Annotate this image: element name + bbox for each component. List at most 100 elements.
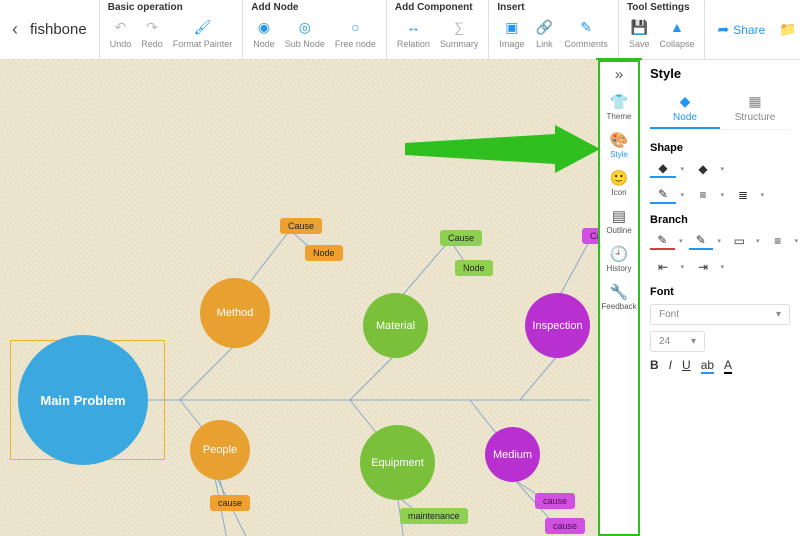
strip-outline[interactable]: ▤Outline — [606, 207, 631, 235]
strip-theme[interactable]: 👕Theme — [607, 93, 632, 121]
node-main[interactable]: Main Problem — [18, 335, 148, 465]
node-material[interactable]: Material — [363, 293, 428, 358]
tool-undo[interactable]: ↶Undo — [108, 15, 134, 51]
strip-icon: 👕 — [610, 93, 629, 111]
tool-label: Relation — [397, 39, 430, 49]
tag[interactable]: Node — [305, 245, 343, 261]
style-panel: Style ◆Node ▦Structure Shape ◆ ◆ ✎ ≡ ≣ B… — [640, 60, 800, 536]
group-basic: Basic operation ↶Undo↷Redo🖌Format Painte… — [100, 0, 244, 59]
strip-label: Feedback — [601, 302, 636, 311]
tool-link[interactable]: 🔗Link — [532, 15, 556, 51]
tool-format-painter[interactable]: 🖌Format Painter — [171, 15, 235, 51]
strip-label: Icon — [611, 188, 626, 197]
tag[interactable]: maintenance — [400, 508, 468, 524]
shape-button[interactable]: ◆ — [690, 160, 716, 178]
tool-node[interactable]: ◉Node — [251, 15, 277, 51]
tool-save[interactable]: 💾 Save — [627, 15, 652, 51]
strip-label: Theme — [607, 112, 632, 121]
tool-label: Comments — [564, 39, 608, 49]
group-label: Basic operation — [108, 2, 235, 13]
border-width-button[interactable]: ≣ — [730, 186, 756, 204]
tool-free-node[interactable]: ○ Free node — [333, 15, 378, 51]
tag[interactable]: Cause — [280, 218, 322, 234]
branch-style-button[interactable]: ▭ — [727, 232, 752, 250]
strip-icon: 🔧 — [610, 283, 629, 301]
border-color-button[interactable]: ✎ — [650, 186, 676, 204]
back-icon[interactable]: ‹ — [12, 19, 18, 40]
indent-left-button[interactable]: ⇤ — [650, 258, 676, 276]
tool-image[interactable]: ▣Image — [497, 15, 526, 51]
tool-summary[interactable]: ∑Summary — [438, 15, 481, 51]
tool-label: Summary — [440, 39, 479, 49]
share-icon: ➦ — [717, 21, 729, 38]
italic-button[interactable]: I — [669, 358, 672, 374]
node-medium[interactable]: Medium — [485, 427, 540, 482]
tool-collapse[interactable]: ▲Collapse — [657, 15, 696, 51]
tool-icon: ↔ — [403, 17, 423, 37]
tool-icon: 🔗 — [534, 17, 554, 37]
node-people[interactable]: People — [190, 420, 250, 480]
group-addcomp: Add Component ↔ Relation ∑Summary — [387, 0, 490, 59]
branch-color1-button[interactable]: ✎ — [650, 232, 675, 250]
side-strip: » 👕Theme 🎨Style 🙂Icon ▤Outline 🕘History 🔧Feedb… — [598, 60, 640, 536]
canvas[interactable]: Main Problem Method Material Inspection … — [0, 60, 598, 536]
tool-comments[interactable]: ✎ Comments — [562, 15, 610, 51]
tool-label: Sub Node — [285, 39, 325, 49]
font-color-button[interactable]: A — [724, 358, 732, 374]
border-style-button[interactable]: ≡ — [690, 186, 716, 204]
branch-width-button[interactable]: ≡ — [766, 232, 791, 250]
tag[interactable]: cause — [210, 495, 250, 511]
tool-label: Format Painter — [173, 39, 233, 49]
tag[interactable]: Node — [455, 260, 493, 276]
export-button[interactable]: 📁Export — [779, 21, 800, 38]
underline-button[interactable]: U — [682, 358, 691, 374]
bold-button[interactable]: B — [650, 358, 659, 374]
tool-sub-node[interactable]: ◎Sub Node — [283, 15, 327, 51]
section-shape: Shape — [650, 142, 790, 154]
workspace: Main Problem Method Material Inspection … — [0, 60, 800, 536]
highlight-button[interactable]: ab — [701, 358, 714, 374]
branch-color2-button[interactable]: ✎ — [689, 232, 714, 250]
fill-color-button[interactable]: ◆ — [650, 160, 676, 178]
share-button[interactable]: ➦Share — [717, 21, 765, 38]
section-font: Font — [650, 286, 790, 298]
font-family-select[interactable]: Font▾ — [650, 304, 790, 325]
structure-tab-icon: ▦ — [748, 93, 761, 110]
tag[interactable]: Cause — [440, 230, 482, 246]
tool-label: Save — [629, 39, 650, 49]
tab-node[interactable]: ◆Node — [650, 89, 720, 129]
indent-right-button[interactable]: ⇥ — [690, 258, 716, 276]
group-label: Add Component — [395, 2, 481, 13]
tool-icon: 💾 — [629, 17, 649, 37]
tool-icon: ○ — [345, 17, 365, 37]
strip-label: Outline — [606, 226, 631, 235]
node-equipment[interactable]: Equipment — [360, 425, 435, 500]
node-inspection[interactable]: Inspection — [525, 293, 590, 358]
tag[interactable]: cause — [545, 518, 585, 534]
group-addnode: Add Node ◉Node◎Sub Node○Free node — [243, 0, 387, 59]
group-toolset: Tool Settings 💾Save▲Collapse — [619, 0, 706, 59]
font-size-select[interactable]: 24▾ — [650, 331, 705, 352]
annotation-arrow — [405, 125, 598, 175]
tool-label: Redo — [141, 39, 163, 49]
tool-label: Free node — [335, 39, 376, 49]
group-insert: Insert ▣Image🔗Link✎Comments — [489, 0, 619, 59]
strip-feedback[interactable]: 🔧Feedback — [601, 283, 636, 311]
strip-label: History — [607, 264, 632, 273]
tool-relation[interactable]: ↔ Relation — [395, 15, 432, 51]
tool-redo[interactable]: ↷Redo — [139, 15, 165, 51]
strip-style[interactable]: 🎨Style — [610, 131, 629, 159]
tool-icon: ✎ — [576, 17, 596, 37]
right-actions: ➦Share 📁Export — [705, 0, 800, 59]
strip-icon: » — [615, 66, 623, 83]
tag[interactable]: Ca — [582, 228, 598, 244]
top-toolbar: ‹ fishbone Basic operation ↶Undo↷Redo🖌Fo… — [0, 0, 800, 60]
strip-collapse[interactable]: » — [615, 66, 623, 83]
strip-icon: ▤ — [612, 207, 626, 225]
strip-icon[interactable]: 🙂Icon — [610, 169, 629, 197]
tab-structure[interactable]: ▦Structure — [720, 89, 790, 129]
node-method[interactable]: Method — [200, 278, 270, 348]
strip-label: Style — [610, 150, 628, 159]
strip-history[interactable]: 🕘History — [607, 245, 632, 273]
tag[interactable]: cause — [535, 493, 575, 509]
